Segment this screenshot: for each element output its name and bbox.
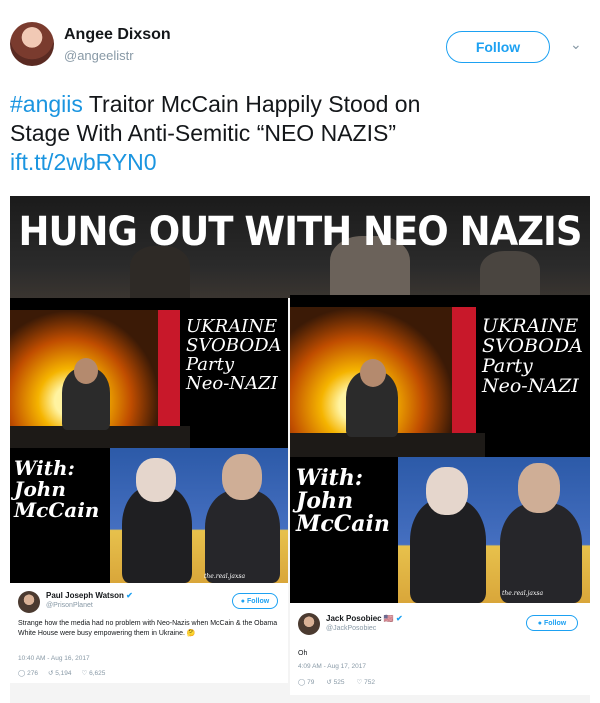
embedded-timestamp[interactable]: 4:09 AM - Aug 17, 2017 [298, 663, 366, 670]
embedded-tweet-left[interactable]: Paul Joseph Watson ✔ @PrisonPlanet ● Foll… [10, 583, 288, 683]
watermark: the.real.jaxsa [204, 573, 246, 580]
banner-title: HUNG OUT WITH NEO NAZIS [18, 208, 583, 255]
heart-icon: ♡ [81, 670, 88, 677]
red-banner [158, 310, 180, 428]
embedded-avatar[interactable] [298, 613, 320, 635]
tweet-link[interactable]: ift.tt/2wbRYN0 [10, 149, 157, 175]
red-banner [452, 307, 476, 435]
embedded-author-handle[interactable]: @PrisonPlanet [46, 602, 93, 609]
tweet-text: #angiis Traitor McCain Happily Stood on … [10, 90, 590, 177]
embedded-author-name[interactable]: Jack Posobiec 🇺🇸 ✔ [326, 614, 403, 623]
retweet-action[interactable]: ↺ 5,194 [48, 669, 72, 677]
author-handle[interactable]: @angeelistr [64, 48, 134, 63]
embedded-author-handle[interactable]: @JackPosobiec [326, 625, 376, 632]
caption-top: UKRAINE SVOBODA Party Neo-NAZI [186, 316, 282, 394]
author-avatar[interactable] [10, 22, 54, 66]
mccain-head [136, 458, 176, 502]
embedded-actions: ◯ 79 ↺ 525 ♡ 752 [298, 678, 375, 686]
hashtag-link[interactable]: #angiis [10, 91, 83, 117]
embedded-avatar[interactable] [18, 591, 40, 613]
like-action[interactable]: ♡ 6,625 [82, 669, 106, 677]
retweet-icon: ↺ [326, 679, 332, 686]
caption-bottom: With: John McCain [296, 465, 390, 538]
second-figure [500, 503, 582, 603]
second-figure [205, 490, 280, 583]
caption-top: UKRAINE SVOBODA Party Neo-NAZI [482, 315, 583, 397]
embedded-timestamp[interactable]: 10:40 AM - Aug 16, 2017 [18, 655, 90, 662]
twitter-bird-icon: ● [537, 619, 543, 627]
embedded-follow-button[interactable]: ● Follow [526, 615, 578, 631]
reply-action[interactable]: ◯ 79 [298, 678, 314, 686]
flag-icon: 🇺🇸 [383, 614, 394, 623]
follow-button[interactable]: Follow [446, 31, 550, 63]
image-banner: HUNG OUT WITH NEO NAZIS [10, 196, 590, 298]
second-head [518, 463, 560, 513]
left-meme-card: UKRAINE SVOBODA Party Neo-NAZI With: Joh… [10, 298, 288, 583]
chevron-down-icon[interactable]: ⌄ [570, 36, 582, 53]
embedded-tweet-body: Oh [298, 650, 308, 657]
verified-icon: ✔ [126, 591, 133, 600]
twitter-bird-icon: ● [240, 597, 246, 605]
verified-icon: ✔ [396, 614, 403, 623]
reply-action[interactable]: ◯ 276 [18, 669, 38, 677]
retweet-action[interactable]: ↺ 525 [326, 678, 344, 686]
author-name[interactable]: Angee Dixson [64, 26, 171, 44]
speaker-head [74, 358, 98, 384]
mccain-head [426, 467, 468, 515]
embedded-tweet-body: Strange how the media had no problem wit… [18, 620, 278, 637]
caption-bottom: With: John McCain [14, 456, 100, 522]
retweet-icon: ↺ [47, 670, 54, 677]
watermark: the.real.jaxsa [502, 590, 544, 597]
speaker-head [360, 359, 386, 387]
embedded-follow-button[interactable]: ● Follow [232, 593, 278, 609]
heart-icon: ♡ [356, 679, 363, 686]
embedded-author-name[interactable]: Paul Joseph Watson ✔ [46, 591, 133, 600]
second-head [222, 454, 262, 500]
embedded-actions: ◯ 276 ↺ 5,194 ♡ 6,625 [18, 669, 105, 677]
tweet-text-line1: Traitor McCain Happily Stood on [82, 91, 421, 117]
reply-icon: ◯ [18, 670, 26, 677]
like-action[interactable]: ♡ 752 [356, 678, 375, 686]
reply-icon: ◯ [298, 679, 306, 686]
embedded-tweet-right[interactable]: Jack Posobiec 🇺🇸 ✔ @JackPosobiec ● Follow… [290, 603, 590, 695]
tweet-text-line2: Stage With Anti-Semitic “NEO NAZIS” [10, 120, 396, 146]
right-meme-card: UKRAINE SVOBODA Party Neo-NAZI With: Joh… [290, 295, 590, 603]
